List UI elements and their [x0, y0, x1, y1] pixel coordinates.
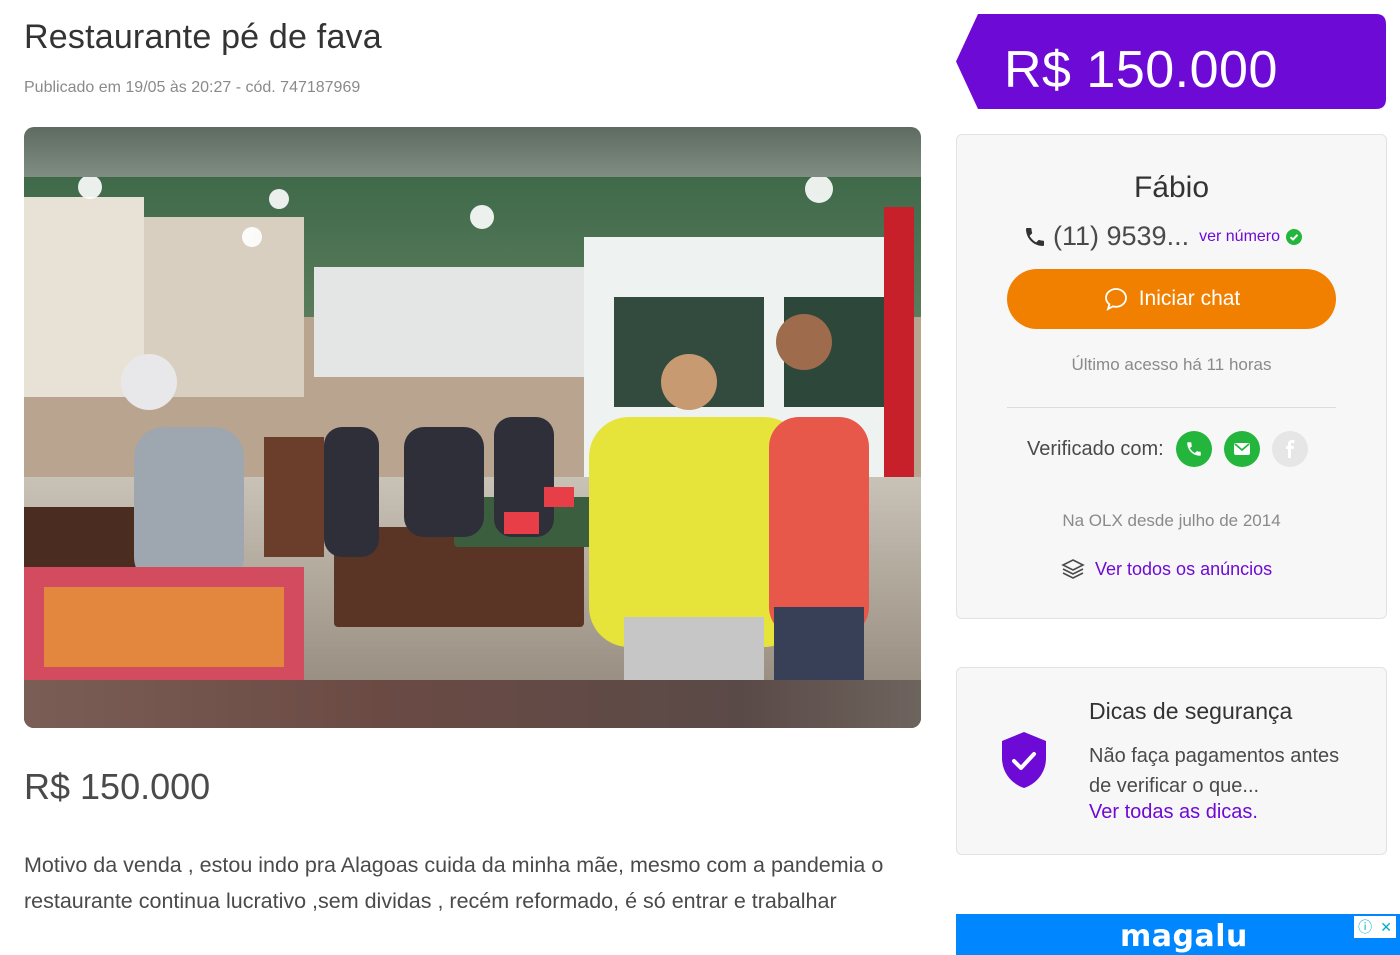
- see-all-ads-link[interactable]: Ver todos os anúncios: [1061, 557, 1272, 581]
- phone-number: (11) 9539...: [1053, 221, 1190, 251]
- price-tag-text: R$ 150.000: [1004, 41, 1278, 99]
- phone-icon: [1026, 227, 1044, 246]
- safety-text: Não faça pagamentos antes de verificar o…: [1089, 745, 1340, 797]
- ad-banner[interactable]: magalu ⓘ ✕: [956, 914, 1400, 955]
- shield-check-icon: [1002, 732, 1046, 788]
- last-access: Último acesso há 11 horas: [1071, 355, 1272, 374]
- member-since: Na OLX desde julho de 2014: [1062, 511, 1281, 530]
- facebook-unverified-icon: [1271, 431, 1308, 467]
- ad-brand-logo: magalu: [1120, 919, 1248, 954]
- verified-row: Verificado com:: [1027, 431, 1320, 467]
- listing-description: Motivo da venda , estou indo pra Alagoas…: [24, 853, 884, 913]
- safety-tips-card: Dicas de segurança Não faça pagamentos a…: [956, 667, 1387, 855]
- seller-name: Fábio: [1133, 171, 1210, 204]
- divider: [1007, 407, 1336, 408]
- email-verified-icon: [1223, 431, 1260, 467]
- gallery-blur-edge: [24, 680, 921, 728]
- verified-label: Verificado com:: [1027, 437, 1164, 460]
- restaurant-photo[interactable]: [24, 177, 921, 680]
- listing-title: Restaurante pé de fava: [24, 18, 382, 56]
- seller-card: Fábio (11) 9539... ver número Iniciar ch…: [956, 134, 1387, 619]
- see-all-ads-label: Ver todos os anúncios: [1095, 558, 1273, 579]
- chat-bubble-icon: [1104, 288, 1127, 311]
- price-tag: R$ 150.000: [956, 14, 1386, 109]
- layers-icon: [1061, 559, 1085, 579]
- phone-row: (11) 9539... ver número: [1023, 221, 1303, 252]
- ad-choices-icon[interactable]: ⓘ ✕: [1354, 916, 1396, 938]
- published-info: Publicado em 19/05 às 20:27 - cód. 74718…: [24, 79, 361, 96]
- start-chat-button[interactable]: Iniciar chat: [1007, 269, 1336, 329]
- phone-verified-icon: [1175, 431, 1212, 467]
- verified-check-icon: [1286, 228, 1303, 245]
- see-number-link[interactable]: ver número: [1199, 228, 1280, 246]
- start-chat-label: Iniciar chat: [1138, 287, 1241, 310]
- see-all-tips-link[interactable]: Ver todas as dicas.: [1089, 801, 1258, 824]
- safety-title: Dicas de segurança: [1089, 698, 1293, 724]
- listing-price: R$ 150.000: [24, 766, 211, 807]
- photo-gallery[interactable]: [24, 127, 921, 728]
